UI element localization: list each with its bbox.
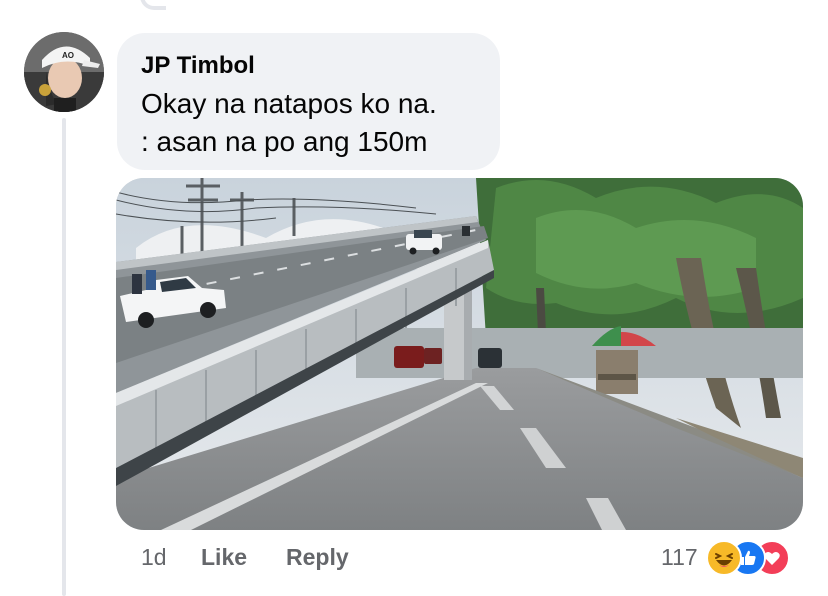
haha-icon xyxy=(706,540,742,576)
reaction-summary[interactable] xyxy=(706,540,806,576)
reply-thread-line xyxy=(62,118,66,596)
thread-connector xyxy=(140,0,166,10)
comment-time[interactable]: 1d xyxy=(141,544,167,571)
reply-button[interactable]: Reply xyxy=(286,544,349,571)
reaction-count[interactable]: 117 xyxy=(661,544,698,571)
comment-author[interactable]: JP Timbol xyxy=(141,52,255,80)
like-button[interactable]: Like xyxy=(201,544,247,571)
comment-text-line: : asan na po ang 150m xyxy=(141,126,428,157)
comment-text-line: Okay na natapos ko na. xyxy=(141,88,437,119)
avatar-cap-text: AO xyxy=(62,51,74,60)
comment-photo[interactable] xyxy=(116,178,803,530)
comment-actions: 1d Like Reply 117 xyxy=(0,540,828,576)
avatar[interactable]: AO xyxy=(24,32,104,112)
